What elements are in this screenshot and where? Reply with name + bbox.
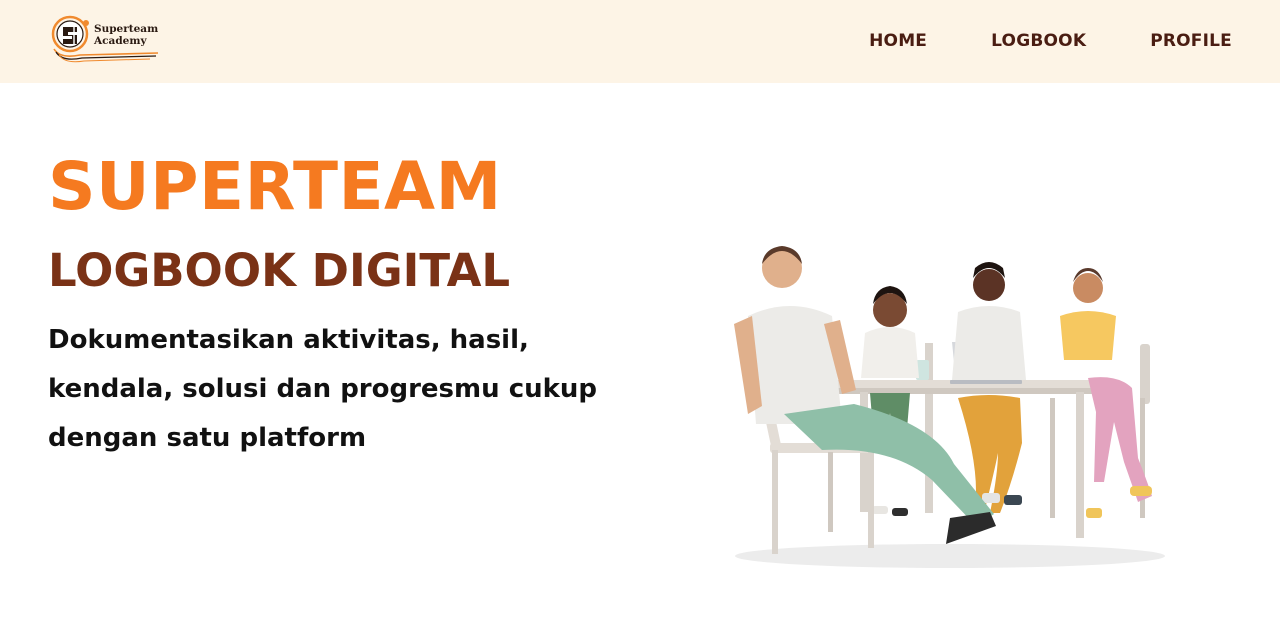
main-nav: HOME LOGBOOK PROFILE (869, 31, 1232, 51)
hero-subtitle: LOGBOOK DIGITAL (48, 244, 511, 297)
logo-text: Superteam Academy (94, 23, 158, 47)
team-illustration (700, 238, 1200, 578)
logo-line-2: Academy (94, 35, 147, 47)
nav-logbook-link[interactable]: LOGBOOK (991, 31, 1086, 51)
team-illustration-icon (734, 246, 1165, 568)
logo-line-1: Superteam (94, 23, 159, 35)
hero-title: SUPERTEAM (48, 148, 502, 225)
navbar: Superteam Academy HOME LOGBOOK PROFILE (0, 0, 1280, 83)
hero-description: Dokumentasikan aktivitas, hasil, kendala… (48, 325, 598, 453)
nav-profile-link[interactable]: PROFILE (1150, 31, 1232, 51)
nav-home-link[interactable]: HOME (869, 31, 927, 51)
superteam-academy-logo[interactable]: Superteam Academy (50, 13, 162, 67)
